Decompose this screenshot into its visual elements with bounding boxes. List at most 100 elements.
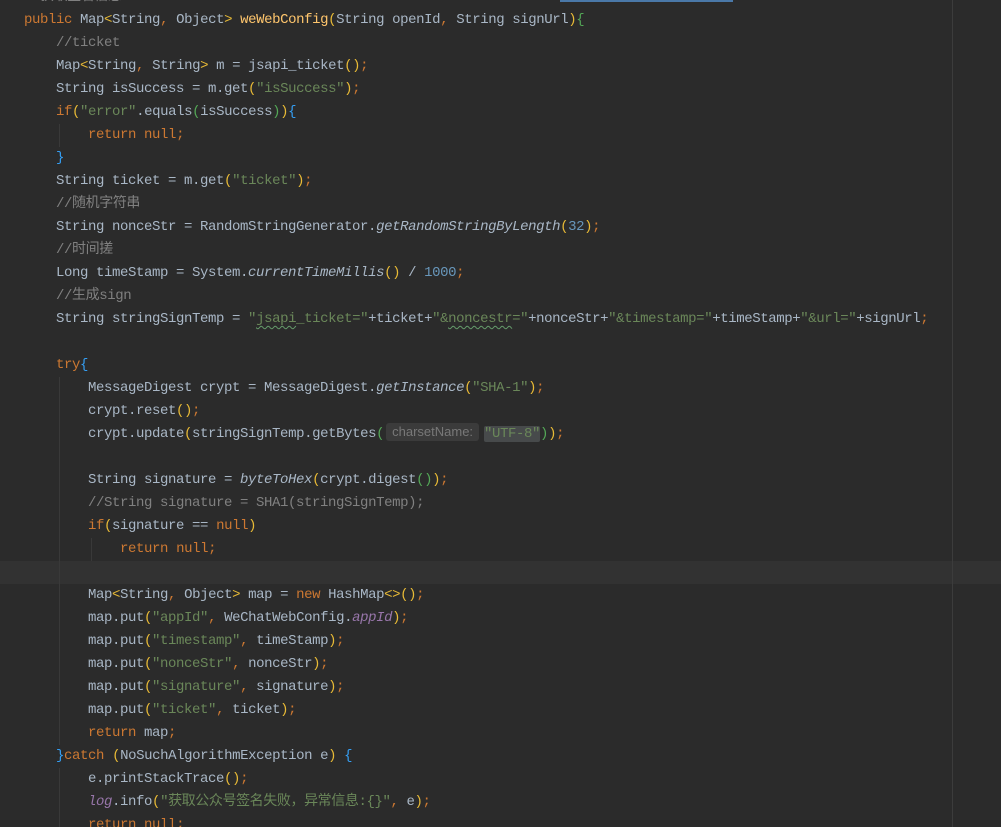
code-line[interactable]: //时间搓 xyxy=(0,239,1001,262)
code-bracket[interactable]: ) xyxy=(392,610,400,626)
code-bracket[interactable]: ( xyxy=(72,104,80,120)
code-text[interactable]: Object xyxy=(176,587,232,603)
code-text[interactable] xyxy=(24,817,88,827)
code-text[interactable]: MessageDigest crypt = MessageDigest. xyxy=(24,380,376,396)
code-keyword[interactable]: catch xyxy=(64,748,104,764)
code-bracket[interactable]: { xyxy=(344,748,352,764)
code-text[interactable]: Long timeStamp = System. xyxy=(24,265,248,281)
code-string[interactable]: =" xyxy=(512,311,528,327)
code-comment[interactable]: //String signature = SHA1(stringSignTemp… xyxy=(88,495,424,511)
code-bracket[interactable]: ) xyxy=(312,656,320,672)
code-line[interactable]: crypt.update(stringSignTemp.getBytes(cha… xyxy=(0,423,1001,446)
code-text[interactable]: crypt.digest xyxy=(320,472,416,488)
code-text[interactable]: nonceStr xyxy=(240,656,312,672)
code-line[interactable]: //生成sign xyxy=(0,285,1001,308)
code-text[interactable] xyxy=(24,748,56,764)
code-line[interactable]: e.printStackTrace(); xyxy=(0,768,1001,791)
code-line[interactable]: if("error".equals(isSuccess)){ xyxy=(0,101,1001,124)
code-string[interactable]: "isSuccess" xyxy=(256,81,344,97)
code-bracket[interactable]: ) xyxy=(548,426,556,442)
code-line[interactable]: return map; xyxy=(0,722,1001,745)
code-line[interactable]: //随机字符串 xyxy=(0,193,1001,216)
code-text[interactable] xyxy=(24,541,120,557)
code-punctuation[interactable]: , xyxy=(240,679,248,695)
code-comment[interactable]: //生成sign xyxy=(56,288,132,304)
code-text[interactable] xyxy=(24,794,88,810)
code-punctuation[interactable]: ; xyxy=(336,633,344,649)
code-line[interactable]: }catch (NoSuchAlgorithmException e) { xyxy=(0,745,1001,768)
code-keyword[interactable]: return xyxy=(120,541,168,557)
code-punctuation[interactable]: ; xyxy=(176,817,184,827)
code-text[interactable]: String xyxy=(144,58,200,74)
code-number[interactable]: 1000 xyxy=(424,265,456,281)
code-line[interactable]: map.put("appId", WeChatWebConfig.appId); xyxy=(0,607,1001,630)
code-text[interactable]: e xyxy=(398,794,414,810)
code-string[interactable]: "timestamp" xyxy=(152,633,240,649)
code-keyword[interactable]: return xyxy=(88,127,136,143)
code-text[interactable] xyxy=(24,242,56,258)
code-text[interactable]: WeChatWebConfig. xyxy=(216,610,352,626)
code-text[interactable] xyxy=(24,495,88,511)
code-string[interactable]: "ticket" xyxy=(232,173,296,189)
code-text[interactable] xyxy=(24,288,56,304)
code-bracket[interactable]: ( xyxy=(184,426,192,442)
code-keyword[interactable]: null xyxy=(176,541,208,557)
code-text[interactable]: String stringSignTemp = xyxy=(24,311,248,327)
code-string[interactable]: "&url=" xyxy=(800,311,856,327)
code-text[interactable] xyxy=(232,12,240,28)
code-bracket[interactable]: ) xyxy=(540,426,548,442)
code-bracket[interactable]: { xyxy=(576,12,584,28)
code-punctuation[interactable]: ; xyxy=(456,265,464,281)
code-line[interactable]: return null; xyxy=(0,124,1001,147)
code-static-method[interactable]: currentTimeMillis xyxy=(248,265,384,281)
code-text[interactable] xyxy=(136,127,144,143)
code-line[interactable]: log.info("获取公众号签名失败，异常信息:{}", e); xyxy=(0,791,1001,814)
code-text[interactable]: String nonceStr = RandomStringGenerator. xyxy=(24,219,376,235)
code-punctuation[interactable]: ; xyxy=(320,656,328,672)
code-text[interactable]: Map xyxy=(72,12,104,28)
code-text[interactable]: map xyxy=(136,725,168,741)
code-string[interactable]: _ticket=" xyxy=(296,311,368,327)
code-text[interactable]: NoSuchAlgorithmException e xyxy=(120,748,328,764)
code-bracket[interactable]: ) xyxy=(280,702,288,718)
code-string[interactable]: "获取公众号签名失败，异常信息:{}" xyxy=(160,794,391,810)
code-bracket[interactable]: ( xyxy=(152,794,160,810)
code-text[interactable]: .info xyxy=(112,794,152,810)
code-typo-word[interactable]: jsapi xyxy=(256,311,296,327)
code-punctuation[interactable]: ; xyxy=(920,311,928,327)
code-bracket[interactable]: ( xyxy=(144,702,152,718)
code-text[interactable]: String xyxy=(88,58,136,74)
code-punctuation[interactable]: , xyxy=(168,587,176,603)
code-line[interactable]: //ticket xyxy=(0,32,1001,55)
code-text[interactable]: map.put xyxy=(24,702,144,718)
code-line[interactable]: map.put("signature", signature); xyxy=(0,676,1001,699)
code-line[interactable]: //String signature = SHA1(stringSignTemp… xyxy=(0,492,1001,515)
code-bracket[interactable]: ( xyxy=(248,81,256,97)
code-punctuation[interactable]: ; xyxy=(556,426,564,442)
code-text[interactable]: +timeStamp+ xyxy=(712,311,800,327)
code-punctuation[interactable]: ; xyxy=(400,610,408,626)
code-line[interactable]: return null; xyxy=(0,814,1001,827)
code-line[interactable]: map.put("nonceStr", nonceStr); xyxy=(0,653,1001,676)
code-punctuation[interactable]: , xyxy=(208,610,216,626)
code-text[interactable] xyxy=(24,196,56,212)
code-line[interactable]: crypt.reset(); xyxy=(0,400,1001,423)
code-bracket[interactable]: ( xyxy=(464,380,472,396)
code-text[interactable]: map.put xyxy=(24,656,144,672)
code-text[interactable]: String openId xyxy=(336,12,440,28)
code-bracket[interactable]: ) xyxy=(328,633,336,649)
code-string-highlighted[interactable]: "UTF-8" xyxy=(484,426,540,442)
code-line[interactable]: String nonceStr = RandomStringGenerator.… xyxy=(0,216,1001,239)
code-keyword[interactable]: if xyxy=(56,104,72,120)
code-static-field[interactable]: log xyxy=(88,794,112,810)
code-bracket[interactable]: ( xyxy=(144,610,152,626)
code-text[interactable]: signature == xyxy=(112,518,216,534)
code-line[interactable]: map.put("timestamp", timeStamp); xyxy=(0,630,1001,653)
code-line[interactable]: } xyxy=(0,147,1001,170)
code-string[interactable]: "SHA-1" xyxy=(472,380,528,396)
code-line[interactable]: String ticket = m.get("ticket"); xyxy=(0,170,1001,193)
code-text[interactable]: isSuccess xyxy=(200,104,272,120)
code-keyword[interactable]: null xyxy=(216,518,248,534)
code-bracket[interactable]: () xyxy=(400,587,416,603)
code-punctuation[interactable]: ; xyxy=(360,58,368,74)
